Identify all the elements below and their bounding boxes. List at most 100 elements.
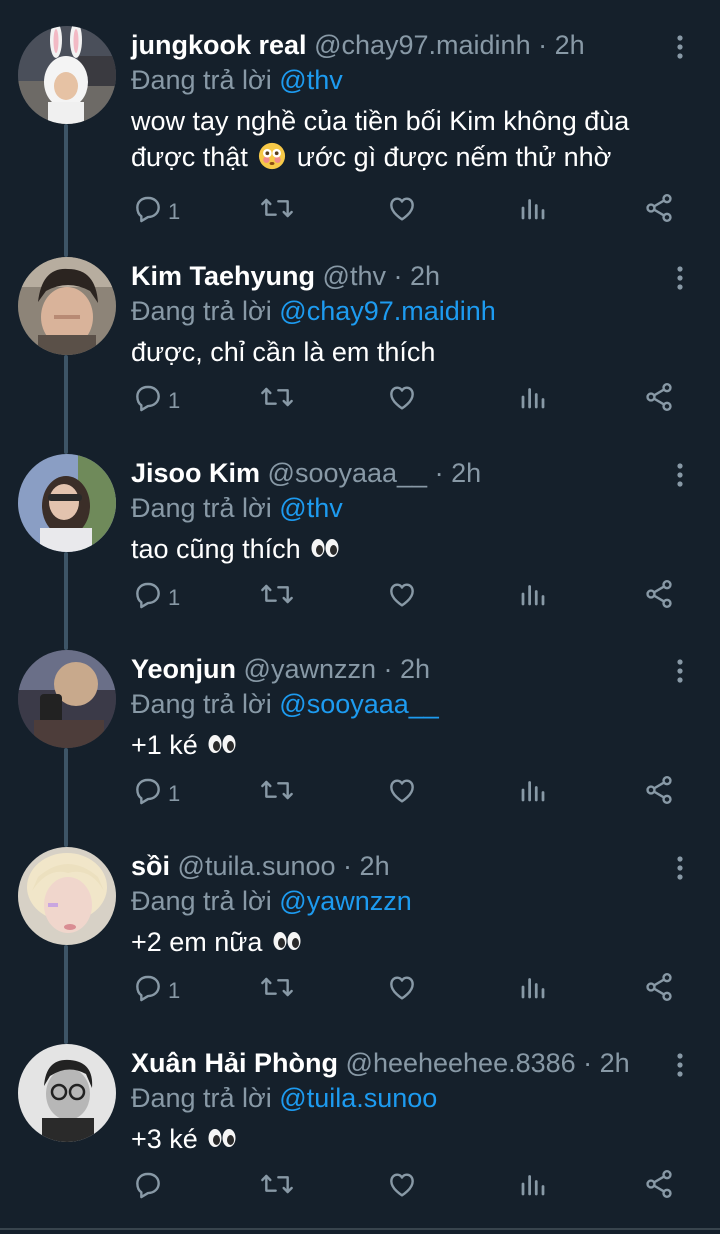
retweet-button[interactable] <box>259 1168 295 1208</box>
retweet-button[interactable] <box>259 774 295 814</box>
timestamp[interactable]: 2h <box>555 30 585 60</box>
display-name[interactable]: jungkook real <box>131 30 307 60</box>
mention-link[interactable]: @thv <box>279 493 342 523</box>
views-button[interactable] <box>518 972 548 1012</box>
like-button[interactable] <box>386 774 418 814</box>
share-button[interactable] <box>643 578 675 618</box>
glasses-avatar[interactable] <box>18 1044 116 1142</box>
separator-dot: · <box>335 851 360 881</box>
tweet-text-content: +2 em nữa <box>131 927 263 957</box>
tweet-text: +3 ké <box>131 1121 691 1157</box>
user-handle[interactable]: @sooyaaa__ <box>268 458 428 488</box>
user-handle[interactable]: @yawnzzn <box>244 654 376 684</box>
separator-dot: · <box>427 458 452 488</box>
more-options-icon[interactable] <box>668 656 692 686</box>
user-handle[interactable]: @chay97.maidinh <box>314 30 531 60</box>
more-options-icon[interactable] <box>668 853 692 883</box>
views-button[interactable] <box>518 382 548 422</box>
tweet-item[interactable]: Jisoo Kim @sooyaaa__ · 2h Đang trả lời @t… <box>0 428 720 625</box>
more-options-icon[interactable] <box>668 32 692 62</box>
mention-link[interactable]: @chay97.maidinh <box>279 296 496 326</box>
display-name[interactable]: Yeonjun <box>131 654 236 684</box>
reply-button[interactable]: 1 <box>132 192 180 232</box>
replying-to-label: Đang trả lời <box>131 886 272 916</box>
tweet-actions: 1 <box>0 774 720 814</box>
share-button[interactable] <box>643 381 675 421</box>
replying-to-label: Đang trả lời <box>131 1083 272 1113</box>
like-button[interactable] <box>386 192 418 232</box>
tweet-item[interactable]: Yeonjun @yawnzzn · 2h Đang trả lời @sooya… <box>0 624 720 821</box>
tweet-actions: 1 <box>0 192 720 232</box>
replying-to: Đang trả lời @thv <box>131 490 343 526</box>
tweet-item[interactable]: sồi @tuila.sunoo · 2h Đang trả lời @yawnz… <box>0 821 720 1018</box>
share-button[interactable] <box>643 774 675 814</box>
mention-link[interactable]: @sooyaaa__ <box>279 689 439 719</box>
tweet-header: Xuân Hải Phòng @heeheehee.8386 · 2h <box>131 1045 630 1081</box>
tweet-actions: 1 <box>0 381 720 421</box>
reply-count: 1 <box>168 585 181 610</box>
bunny-hood-avatar[interactable] <box>18 26 116 124</box>
mention-link[interactable]: @yawnzzn <box>279 886 411 916</box>
more-options-icon[interactable] <box>668 1050 692 1080</box>
tweet-text: +1 ké <box>131 727 691 763</box>
eyes-emoji <box>308 534 342 564</box>
share-button[interactable] <box>643 192 675 232</box>
timestamp[interactable]: 2h <box>360 851 390 881</box>
like-button[interactable] <box>386 971 418 1011</box>
replying-to-label: Đang trả lời <box>131 493 272 523</box>
replying-to: Đang trả lời @tuila.sunoo <box>131 1080 437 1116</box>
views-button[interactable] <box>518 193 548 233</box>
tweet-text-content: +3 ké <box>131 1124 198 1154</box>
display-name[interactable]: sồi <box>131 851 170 881</box>
retweet-button[interactable] <box>259 971 295 1011</box>
eyes-emoji <box>205 1124 239 1154</box>
reply-button[interactable]: 1 <box>132 381 180 421</box>
separator-dot: · <box>385 261 410 291</box>
display-name[interactable]: Jisoo Kim <box>131 458 260 488</box>
tweet-header: Jisoo Kim @sooyaaa__ · 2h <box>131 455 481 491</box>
replying-to: Đang trả lời @chay97.maidinh <box>131 293 496 329</box>
more-options-icon[interactable] <box>668 263 692 293</box>
reply-count: 1 <box>168 199 181 224</box>
share-button[interactable] <box>643 1168 675 1208</box>
selfie-avatar[interactable] <box>18 257 116 355</box>
timestamp[interactable]: 2h <box>451 458 481 488</box>
display-name[interactable]: Xuân Hải Phòng <box>131 1048 338 1078</box>
views-button[interactable] <box>518 775 548 815</box>
reply-button[interactable]: 1 <box>132 774 180 814</box>
girl-avatar[interactable] <box>18 454 116 552</box>
more-options-icon[interactable] <box>668 460 692 490</box>
reply-button[interactable] <box>132 1168 164 1208</box>
views-button[interactable] <box>518 1169 548 1209</box>
like-button[interactable] <box>386 578 418 618</box>
timestamp[interactable]: 2h <box>600 1048 630 1078</box>
retweet-button[interactable] <box>259 381 295 421</box>
tweet-text-content: +1 ké <box>131 730 198 760</box>
replying-to-label: Đang trả lời <box>131 296 272 326</box>
blonde-avatar[interactable] <box>18 847 116 945</box>
user-handle[interactable]: @thv <box>323 261 386 291</box>
like-button[interactable] <box>386 1168 418 1208</box>
separator-dot: · <box>376 654 400 684</box>
retweet-button[interactable] <box>259 192 295 232</box>
user-handle[interactable]: @heeheehee.8386 <box>346 1048 576 1078</box>
timestamp[interactable]: 2h <box>410 261 440 291</box>
retweet-button[interactable] <box>259 578 295 618</box>
mention-link[interactable]: @tuila.sunoo <box>279 1083 437 1113</box>
share-button[interactable] <box>643 971 675 1011</box>
tweet-item[interactable]: Kim Taehyung @thv · 2h Đang trả lời @chay… <box>0 231 720 428</box>
like-button[interactable] <box>386 381 418 421</box>
mention-link[interactable]: @thv <box>279 65 342 95</box>
replying-to-label: Đang trả lời <box>131 65 272 95</box>
reply-button[interactable]: 1 <box>132 971 180 1011</box>
tweet-item[interactable]: Xuân Hải Phòng @heeheehee.8386 · 2h Đang … <box>0 1018 720 1215</box>
separator-dot: · <box>575 1048 600 1078</box>
tweet-item[interactable]: jungkook real @chay97.maidinh · 2h Đang t… <box>0 0 720 224</box>
tweet-actions: 1 <box>0 971 720 1011</box>
views-button[interactable] <box>518 579 548 619</box>
phone-avatar[interactable] <box>18 650 116 748</box>
display-name[interactable]: Kim Taehyung <box>131 261 315 291</box>
user-handle[interactable]: @tuila.sunoo <box>178 851 336 881</box>
reply-button[interactable]: 1 <box>132 578 180 618</box>
timestamp[interactable]: 2h <box>400 654 430 684</box>
